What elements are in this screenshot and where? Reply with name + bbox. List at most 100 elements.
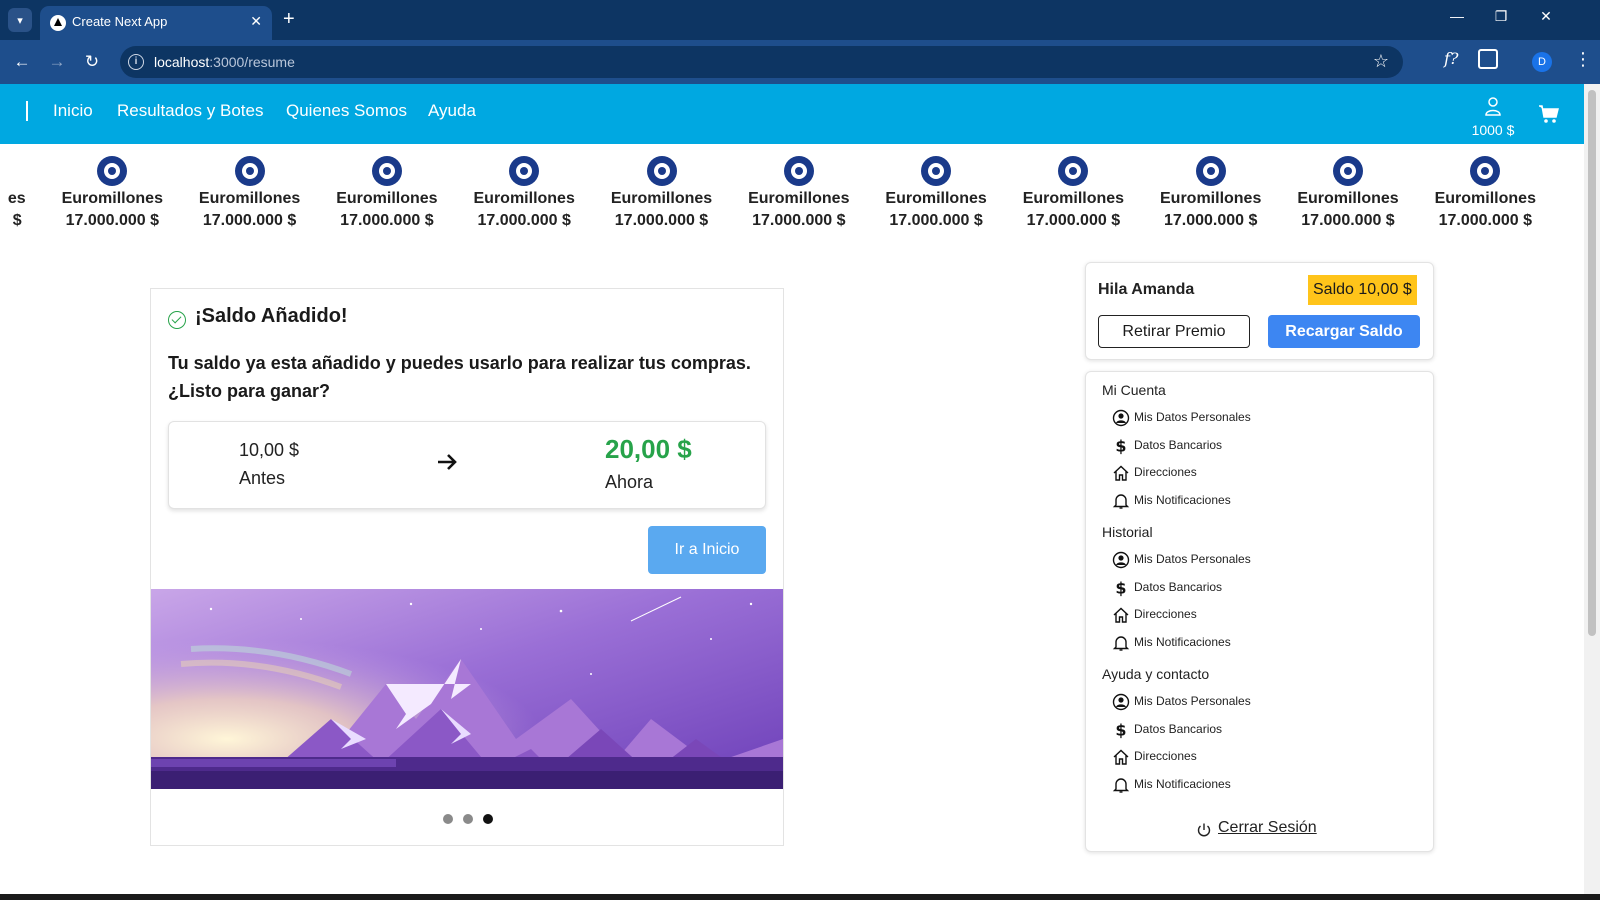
browser-tab[interactable]: Create Next App ✕ [40,6,272,40]
jackpot-amount: 17.000.000 $ [1163,212,1258,229]
logout-label: Cerrar Sesión [1218,819,1317,836]
check-circle-icon [168,311,186,329]
recharge-balance-button[interactable]: Recargar Saldo [1268,315,1420,348]
tab-close-icon[interactable]: ✕ [250,13,262,30]
menu-section-title: Historial [1102,524,1153,540]
menu-item[interactable]: Mis Datos Personales [1112,549,1412,571]
jackpot-name: Euromillones [61,190,163,207]
euromillones-logo-icon [97,156,128,186]
jackpot-amount: 17.000.000 $ [1026,212,1121,229]
jackpot-item[interactable]: Euromillones 17.000.000 $ [1288,156,1408,230]
jackpot-name: Euromillones [1434,190,1536,207]
card-message: Tu saldo ya esta añadido y puedes usarlo… [168,353,751,401]
new-tab-icon[interactable]: + [283,7,295,31]
carousel-dot[interactable] [443,814,453,824]
jackpot-name: Euromillones [336,190,438,207]
browser-tab-strip: ▾ Create Next App ✕ + — ❐ ✕ [0,0,1600,40]
nav-link-resultados[interactable]: Resultados y Botes [117,101,263,121]
euromillones-logo-icon [371,156,402,186]
carousel-dot[interactable] [463,814,473,824]
menu-item[interactable]: $ Datos Bancarios [1112,577,1412,599]
taskbar-edge [0,894,1600,900]
tab-search-icon[interactable]: ▾ [8,8,32,32]
site-info-icon[interactable]: i [128,54,144,70]
menu-item[interactable]: Direcciones [1112,746,1412,768]
jackpot-item[interactable]: Euromillones 17.000.000 $ [52,156,172,230]
jackpot-item[interactable]: Euromillones 17.000.000 $ [602,156,722,230]
jackpot-amount: 17.000.000 $ [752,212,846,229]
jackpot-item[interactable]: Euromillones 17.000.000 $ [8,156,35,230]
nav-link-ayuda[interactable]: Ayuda [428,101,476,121]
jackpot-amount: 17.000.000 $ [1438,212,1532,229]
jackpot-item[interactable]: Euromillones 17.000.000 $ [876,156,996,230]
profile-avatar[interactable]: D [1532,52,1552,72]
cart-icon[interactable] [1538,104,1560,124]
balance-added-card: ¡Saldo Añadido! Tu saldo ya esta añadido… [150,288,784,846]
menu-item[interactable]: Direcciones [1112,462,1412,484]
jackpot-item[interactable]: Euromillones 17.000.000 $ [190,156,310,230]
arrow-right-icon [438,454,457,470]
svg-text:$: $ [1115,579,1126,597]
menu-item-label: Datos Bancarios [1134,721,1223,736]
nav-link-quienes-somos[interactable]: Quienes Somos [286,101,407,121]
power-icon [1197,823,1211,837]
page-scrollbar[interactable] [1584,84,1600,894]
browser-menu-icon[interactable]: ⋮ [1574,49,1592,70]
jackpot-item[interactable]: Euromillones 17.000.000 $ [1013,156,1133,230]
jackpot-amount: 17.000.000 $ [477,212,571,229]
menu-item[interactable]: $ Datos Bancarios [1112,435,1412,457]
jackpot-item[interactable]: Euromillones 17.000.000 $ [739,156,859,230]
menu-item-label: Mis Datos Personales [1134,694,1251,708]
menu-item[interactable]: Direcciones [1112,604,1412,626]
bell-icon [1112,776,1130,794]
jackpot-amount: 17.000.000 $ [614,212,709,229]
dollar-icon: $ [1112,436,1130,455]
back-icon[interactable]: ← [10,50,34,74]
jackpot-name: Euromillones [8,190,26,207]
go-home-button[interactable]: Ir a Inicio [648,526,766,574]
restore-icon[interactable]: ❐ [1491,8,1511,25]
user-account-widget[interactable]: 1000 $ [1468,96,1518,138]
menu-item[interactable]: Mis Notificaciones [1112,632,1412,654]
jackpot-item[interactable]: Euromillones 17.000.000 $ [327,156,447,230]
jackpot-name: Euromillones [885,190,987,207]
jackpot-name: Euromillones [1297,190,1399,207]
user-circle-icon [1112,409,1130,427]
page-viewport: Inicio Resultados y Botes Quienes Somos … [0,84,1584,894]
nav-link-inicio[interactable]: Inicio [53,101,93,121]
forward-icon[interactable]: → [45,50,69,74]
menu-item-label: Mis Datos Personales [1134,410,1251,424]
jackpot-amount: 17.000.000 $ [1301,212,1395,229]
window-close-icon[interactable]: ✕ [1536,8,1556,25]
svg-text:$: $ [1115,437,1126,455]
minimize-icon[interactable]: — [1447,8,1467,24]
menu-item[interactable]: Mis Datos Personales [1112,407,1412,429]
svg-text:$: $ [1115,721,1126,739]
extensions-puzzle-icon[interactable] [1478,49,1498,69]
scroll-thumb[interactable] [1588,90,1596,636]
jackpot-item[interactable]: Euromillones 17.000.000 $ [464,156,584,230]
reload-icon[interactable]: ↻ [80,50,104,74]
extension-fx-icon[interactable]: f? [1444,49,1459,68]
jackpot-name: Euromillones [748,190,850,207]
jackpot-amount: 17.000.000 $ [65,212,159,229]
carousel-dot[interactable] [483,814,493,824]
bookmark-star-icon[interactable]: ☆ [1373,51,1389,72]
before-label: Antes [239,468,286,488]
menu-section-title: Mi Cuenta [1102,382,1166,398]
nav-balance: 1000 $ [1471,122,1515,138]
bell-icon [1112,492,1130,510]
menu-item[interactable]: Mis Notificaciones [1112,490,1412,512]
address-bar[interactable]: i localhost:3000/resume ☆ [120,46,1403,78]
menu-item[interactable]: Mis Notificaciones [1112,774,1412,796]
withdraw-prize-button[interactable]: Retirar Premio [1098,315,1250,348]
bell-icon [1112,634,1130,652]
home-icon [1112,606,1130,624]
euromillones-logo-icon [783,156,814,186]
menu-item[interactable]: $ Datos Bancarios [1112,719,1412,741]
jackpot-item[interactable]: Euromillones 17.000.000 $ [1425,156,1545,230]
menu-item[interactable]: Mis Datos Personales [1112,691,1412,713]
jackpot-item[interactable]: Euromillones 17.000.000 $ [1151,156,1271,230]
euromillones-logo-icon [1195,156,1226,186]
url-text[interactable]: localhost:3000/resume [154,54,295,70]
